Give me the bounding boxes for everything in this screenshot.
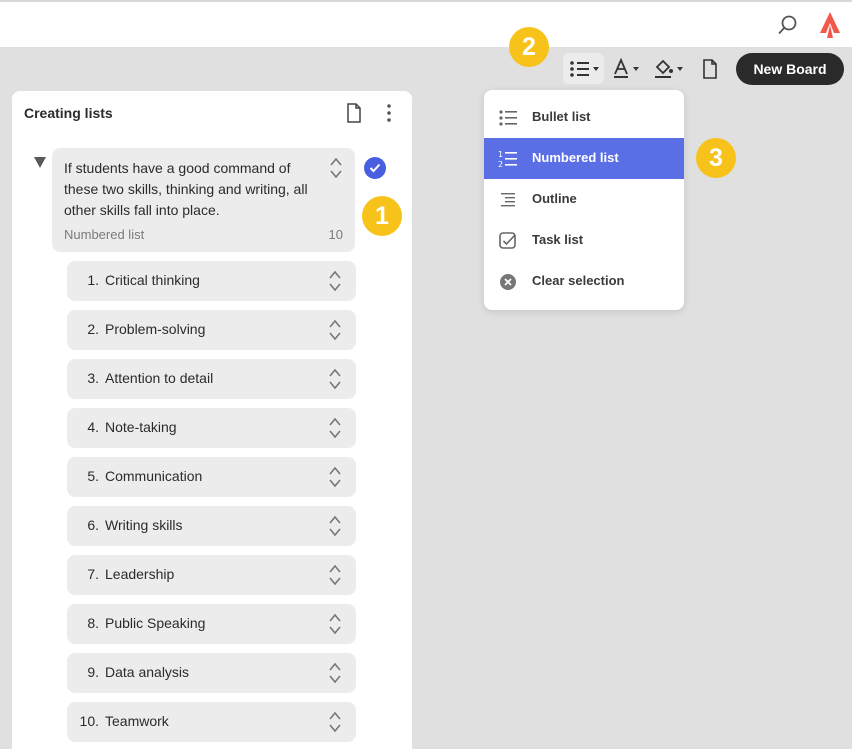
fill-color-button[interactable] xyxy=(653,53,687,84)
fill-bucket-icon xyxy=(655,59,683,78)
step-badge-2: 2 xyxy=(509,27,549,67)
text-color-button[interactable] xyxy=(612,53,644,84)
sort-handle-icon[interactable] xyxy=(328,710,342,734)
item-label: Problem-solving xyxy=(105,321,206,337)
item-number: 8. xyxy=(87,615,99,631)
sort-handle-icon[interactable] xyxy=(328,367,342,391)
list-item[interactable]: 10. Teamwork xyxy=(67,702,356,742)
main-list-card[interactable]: If students have a good command of these… xyxy=(52,148,355,252)
item-number: 3. xyxy=(87,370,99,386)
menu-item-label: Clear selection xyxy=(532,273,625,288)
list-type-menu: Bullet list 1 2 Numbered list Outline Task li… xyxy=(484,90,684,310)
menu-item-label: Bullet list xyxy=(532,109,591,124)
sort-handle-icon[interactable] xyxy=(328,465,342,489)
sort-handle-icon[interactable] xyxy=(328,416,342,440)
item-number: 9. xyxy=(87,664,99,680)
sort-handle-icon[interactable] xyxy=(328,514,342,538)
text-color-icon xyxy=(614,57,639,78)
bullet-list-icon xyxy=(499,110,517,126)
item-number: 10. xyxy=(79,713,99,729)
document-icon[interactable] xyxy=(346,103,362,123)
top-bar xyxy=(0,0,852,47)
step-badge-1: 1 xyxy=(362,196,402,236)
item-label: Public Speaking xyxy=(105,615,206,631)
item-label: Writing skills xyxy=(105,517,183,533)
document-icon xyxy=(703,59,717,79)
list-panel: Creating lists If students have a good c… xyxy=(12,91,412,749)
item-number: 6. xyxy=(87,517,99,533)
menu-item-label: Outline xyxy=(532,191,577,206)
task-list-icon xyxy=(499,232,516,249)
sort-handle-icon[interactable] xyxy=(328,661,342,685)
main-card-text: If students have a good command of these… xyxy=(64,160,308,218)
item-label: Data analysis xyxy=(105,664,190,680)
more-options-icon[interactable] xyxy=(386,103,392,123)
item-label: Teamwork xyxy=(105,713,169,729)
item-label: Attention to detail xyxy=(105,370,214,386)
list-item[interactable]: 5. Communication xyxy=(67,457,356,497)
app-logo-icon xyxy=(820,12,840,38)
list-item[interactable]: 6. Writing skills xyxy=(67,506,356,546)
svg-text:1: 1 xyxy=(498,150,503,159)
clear-selection-icon xyxy=(500,274,516,290)
main-card-count: 10 xyxy=(328,227,343,242)
item-label: Communication xyxy=(105,468,203,484)
menu-item-label: Numbered list xyxy=(532,150,619,165)
list-format-button[interactable] xyxy=(563,53,604,84)
sort-handle-icon[interactable] xyxy=(329,156,343,180)
menu-item-clear-selection[interactable]: Clear selection xyxy=(484,261,684,302)
outline-icon xyxy=(501,193,515,207)
page-button[interactable] xyxy=(699,55,721,83)
menu-item-outline[interactable]: Outline xyxy=(484,179,684,220)
bullet-list-icon xyxy=(569,60,599,77)
new-board-button[interactable]: New Board xyxy=(736,53,844,85)
item-label: Leadership xyxy=(105,566,175,582)
item-label: Note-taking xyxy=(105,419,177,435)
numbered-list-icon: 12 xyxy=(498,150,517,169)
svg-text:2: 2 xyxy=(498,160,503,169)
list-item[interactable]: 9. Data analysis xyxy=(67,653,356,693)
list-item[interactable]: 4. Note-taking xyxy=(67,408,356,448)
list-items: 1. Critical thinking 2. Problem-solving 3. At… xyxy=(67,261,356,749)
item-number: 2. xyxy=(87,321,99,337)
list-item[interactable]: 1. Critical thinking xyxy=(67,261,356,301)
menu-item-numbered-list[interactable]: 1 2 Numbered list xyxy=(484,138,684,179)
sort-handle-icon[interactable] xyxy=(328,318,342,342)
search-icon[interactable] xyxy=(777,14,799,36)
menu-item-task-list[interactable]: Task list xyxy=(484,220,684,261)
menu-item-label: Task list xyxy=(532,232,584,247)
item-label: Critical thinking xyxy=(105,272,200,288)
list-item[interactable]: 2. Problem-solving xyxy=(67,310,356,350)
item-number: 1. xyxy=(87,272,99,288)
list-item[interactable]: 3. Attention to detail xyxy=(67,359,356,399)
main-card-type: Numbered list xyxy=(64,227,145,242)
item-number: 7. xyxy=(87,566,99,582)
menu-item-bullet-list[interactable]: Bullet list xyxy=(484,97,684,138)
sort-handle-icon[interactable] xyxy=(328,563,342,587)
list-item[interactable]: 8. Public Speaking xyxy=(67,604,356,644)
item-number: 4. xyxy=(87,419,99,435)
step-badge-3: 3 xyxy=(696,138,736,178)
panel-title: Creating lists xyxy=(24,105,113,121)
list-item[interactable]: 7. Leadership xyxy=(67,555,356,595)
sort-handle-icon[interactable] xyxy=(328,269,342,293)
sort-handle-icon[interactable] xyxy=(328,612,342,636)
item-number: 5. xyxy=(87,468,99,484)
collapse-toggle-icon[interactable] xyxy=(34,157,46,168)
check-icon[interactable] xyxy=(364,157,386,179)
